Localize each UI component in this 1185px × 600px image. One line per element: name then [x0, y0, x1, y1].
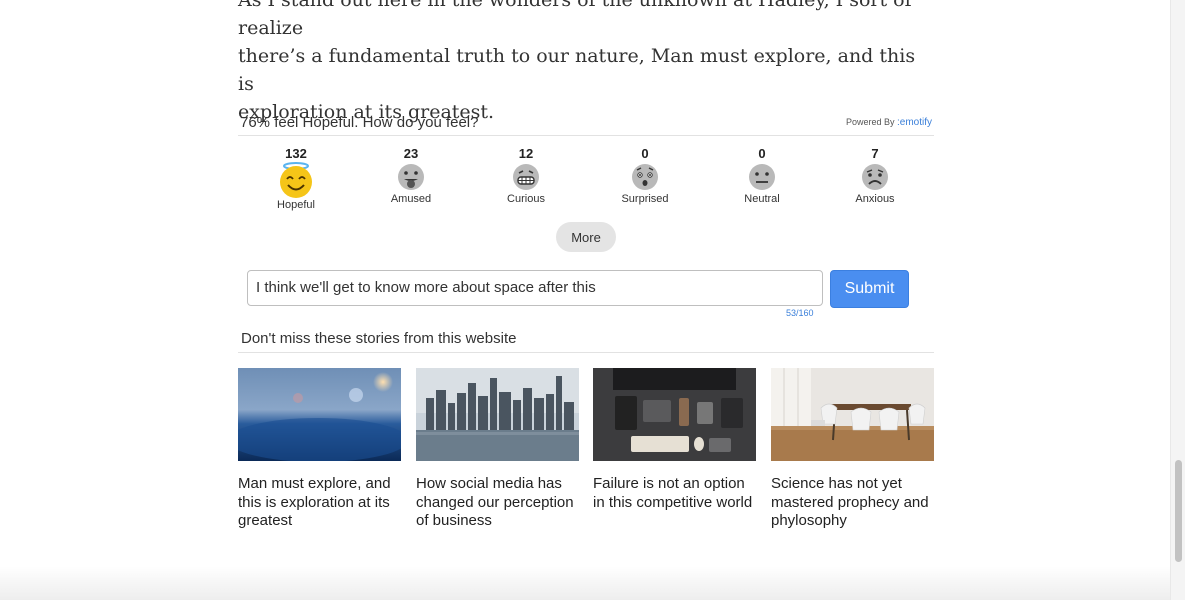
emotify-logo: :emotify [897, 117, 932, 128]
emotion-count: 132 [256, 146, 336, 162]
emotion-count: 7 [835, 146, 915, 162]
emotion-hopeful[interactable]: 132 Hopeful [256, 146, 336, 212]
anxious-face-icon [860, 162, 890, 192]
emotion-label: Anxious [835, 192, 915, 206]
character-counter: 53/160 [786, 308, 814, 318]
emotion-count: 0 [722, 146, 802, 162]
neutral-face-icon [747, 162, 777, 192]
more-emotions-button[interactable]: More [556, 222, 616, 252]
poll-question: 76% feel Hopeful. How do you feel? [240, 114, 478, 131]
submit-button[interactable]: Submit [830, 270, 909, 308]
powered-by[interactable]: Powered By :emotify [846, 117, 932, 128]
comment-input[interactable]: I think we'll get to know more about spa… [247, 270, 823, 306]
story-title[interactable]: Man must explore, and this is exploratio… [238, 475, 401, 531]
story-card[interactable]: Man must explore, and this is exploratio… [238, 368, 401, 531]
emotion-surprised[interactable]: 0 Surprised [605, 146, 685, 206]
emotion-count: 23 [371, 146, 451, 162]
emotion-label: Curious [486, 192, 566, 206]
tongue-out-icon [396, 162, 426, 192]
article-line: As I stand out here in the wonders of th… [238, 0, 912, 39]
emotion-count: 12 [486, 146, 566, 162]
emotion-options: 132 Hopeful 23 Amused 12 [238, 136, 934, 216]
emotion-count: 0 [605, 146, 685, 162]
story-title[interactable]: Failure is not an option in this competi… [593, 475, 756, 512]
story-thumbnail[interactable] [238, 368, 401, 461]
emotion-label: Amused [371, 192, 451, 206]
scrollbar-thumb[interactable] [1175, 460, 1182, 562]
story-card[interactable]: Failure is not an option in this competi… [593, 368, 756, 512]
story-card[interactable]: How social media has changed our percept… [416, 368, 579, 531]
bottom-shadow [0, 566, 1170, 600]
emotion-label: Surprised [605, 192, 685, 206]
emotion-label: Hopeful [256, 198, 336, 212]
story-title[interactable]: Science has not yet mastered prophecy an… [771, 475, 934, 531]
stories-heading: Don't miss these stories from this websi… [238, 330, 934, 353]
story-thumbnail[interactable] [416, 368, 579, 461]
vertical-scrollbar[interactable] [1170, 0, 1185, 600]
article-line: there’s a fundamental truth to our natur… [238, 45, 915, 95]
emotion-anxious[interactable]: 7 Anxious [835, 146, 915, 206]
poll-header: 76% feel Hopeful. How do you feel? Power… [238, 110, 934, 136]
emotion-amused[interactable]: 23 Amused [371, 146, 451, 206]
story-thumbnail[interactable] [771, 368, 934, 461]
powered-by-label: Powered By [846, 117, 895, 127]
emotion-neutral[interactable]: 0 Neutral [722, 146, 802, 206]
article-paragraph: As I stand out here in the wonders of th… [238, 0, 918, 126]
grimace-icon [511, 162, 541, 192]
emotion-curious[interactable]: 12 Curious [486, 146, 566, 206]
emotion-label: Neutral [722, 192, 802, 206]
story-card[interactable]: Science has not yet mastered prophecy an… [771, 368, 934, 531]
story-thumbnail[interactable] [593, 368, 756, 461]
story-title[interactable]: How social media has changed our percept… [416, 475, 579, 531]
halo-smile-icon [276, 162, 316, 198]
emotion-poll-widget: 76% feel Hopeful. How do you feel? Power… [238, 110, 934, 216]
surprised-icon [630, 162, 660, 192]
